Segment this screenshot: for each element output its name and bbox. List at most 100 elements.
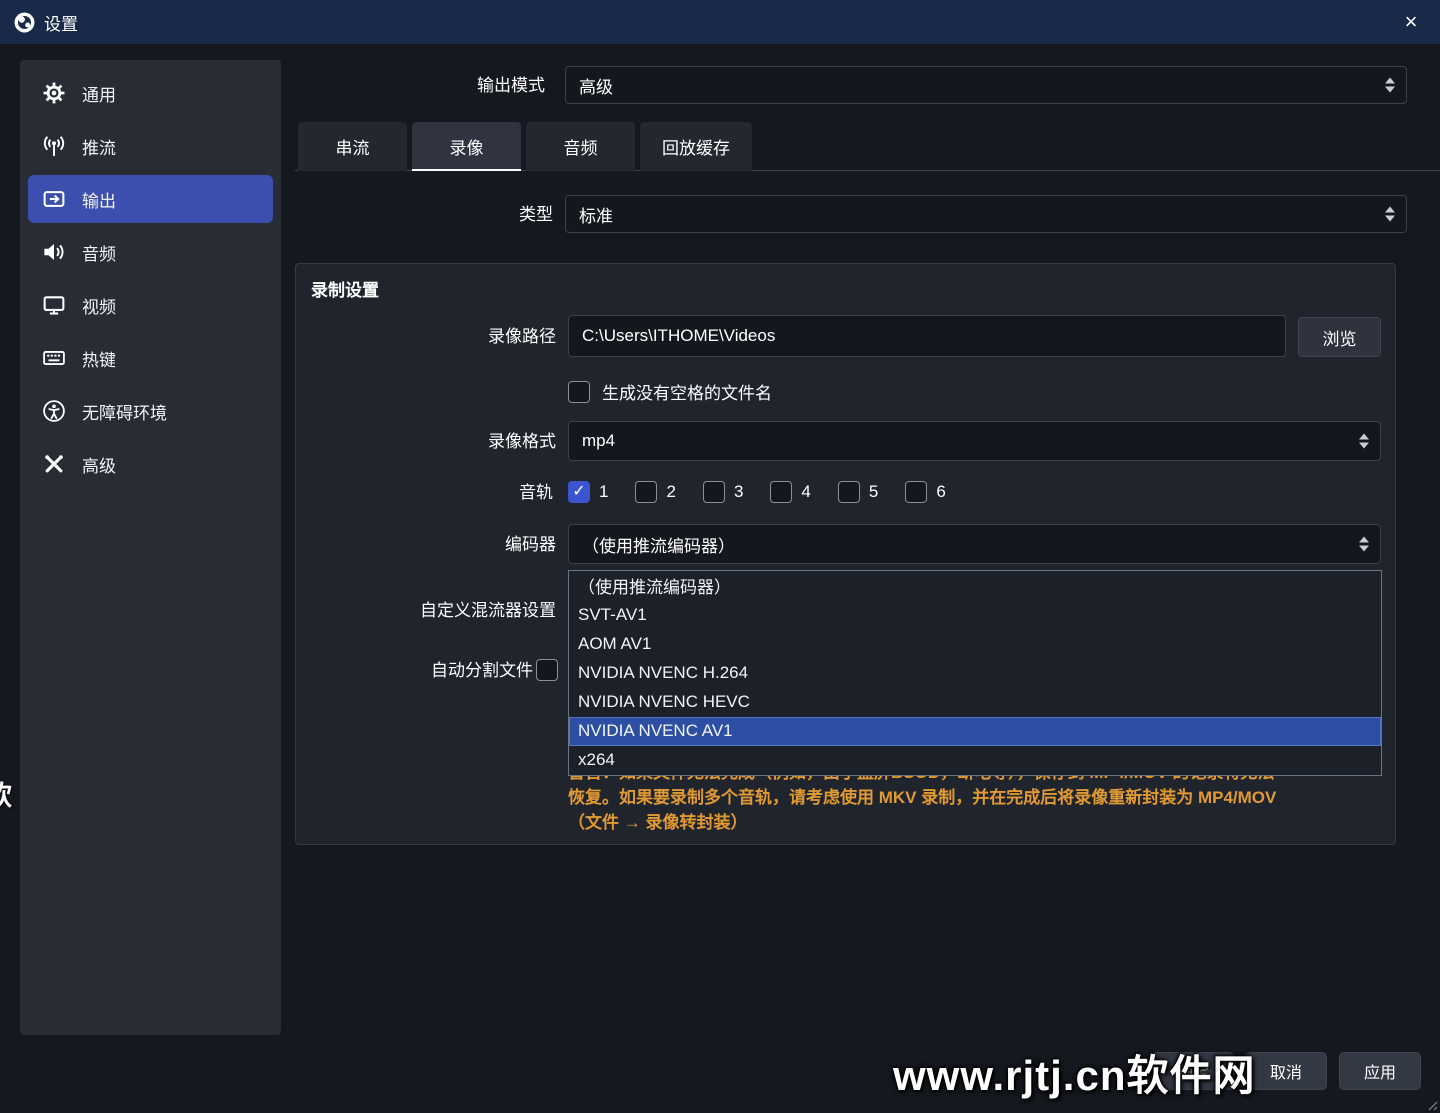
recording-format-label: 录像格式 (300, 431, 556, 452)
tab-streaming[interactable]: 串流 (298, 122, 407, 171)
apply-button[interactable]: 应用 (1339, 1052, 1421, 1090)
type-select[interactable]: 标准 (565, 195, 1407, 233)
encoder-option-label: NVIDIA NVENC H.264 (578, 663, 748, 683)
custom-muxer-label: 自定义混流器设置 (300, 600, 556, 621)
browse-button[interactable]: 浏览 (1298, 317, 1381, 357)
resize-grip[interactable] (1426, 1099, 1438, 1111)
track-5-group: ✓ 5 (838, 481, 878, 503)
encoder-label: 编码器 (300, 534, 556, 555)
encoder-value: （使用推流编码器） (582, 532, 735, 557)
ok-button[interactable]: 确定 (1152, 1052, 1234, 1090)
track-1-checkbox[interactable]: ✓ (568, 481, 590, 503)
encoder-option-nvenc-h264[interactable]: NVIDIA NVENC H.264 (569, 658, 1381, 687)
track-2-group: ✓ 2 (635, 481, 675, 503)
sidebar-item-general[interactable]: 通用 (28, 69, 273, 117)
cancel-button[interactable]: 取消 (1245, 1052, 1327, 1090)
recording-format-select[interactable]: mp4 (568, 421, 1381, 461)
sidebar-item-hotkeys[interactable]: 热键 (28, 334, 273, 382)
encoder-select[interactable]: （使用推流编码器） (568, 524, 1381, 564)
encoder-option-label: SVT-AV1 (578, 605, 647, 625)
track-3-group: ✓ 3 (703, 481, 743, 503)
no-space-row: ✓ 生成没有空格的文件名 (568, 379, 772, 404)
sidebar-item-audio[interactable]: 音频 (28, 228, 273, 276)
output-mode-select[interactable]: 高级 (565, 66, 1407, 104)
encoder-option-label: AOM AV1 (578, 634, 651, 654)
track-5-label: 5 (869, 482, 878, 502)
track-5-checkbox[interactable]: ✓ (838, 481, 860, 503)
warning-line-3: （文件 → 录像转封装） (568, 810, 1380, 832)
encoder-option-label: x264 (578, 750, 615, 770)
track-4-checkbox[interactable]: ✓ (770, 481, 792, 503)
output-icon (43, 188, 65, 210)
sidebar-item-label: 视频 (82, 293, 116, 318)
tab-recording[interactable]: 录像 (412, 122, 521, 171)
tab-label: 录像 (450, 134, 484, 159)
tab-label: 音频 (564, 134, 598, 159)
spinner-icon (1359, 537, 1369, 552)
type-label: 类型 (300, 204, 553, 225)
split-file-label: 自动分割文件 (300, 660, 533, 681)
sidebar-item-label: 推流 (82, 134, 116, 159)
encoder-option-x264[interactable]: x264 (569, 746, 1381, 775)
window-title: 设置 (44, 10, 78, 35)
recording-path-label: 录像路径 (300, 326, 556, 347)
track-6-group: ✓ 6 (905, 481, 945, 503)
sidebar-item-video[interactable]: 视频 (28, 281, 273, 329)
settings-window: 设置 × 通用 推流 输出 音频 (0, 0, 1440, 1113)
no-space-checkbox[interactable]: ✓ (568, 381, 590, 403)
titlebar[interactable]: 设置 × (0, 0, 1440, 44)
recording-path-input[interactable] (568, 315, 1286, 357)
accessibility-icon (43, 400, 65, 422)
encoder-option-label: NVIDIA NVENC HEVC (578, 692, 750, 712)
close-button[interactable]: × (1396, 8, 1426, 36)
output-tabs: 串流 录像 音频 回放缓存 (298, 122, 752, 171)
tab-audio[interactable]: 音频 (526, 122, 635, 171)
track-6-label: 6 (936, 482, 945, 502)
track-6-checkbox[interactable]: ✓ (905, 481, 927, 503)
spinner-icon (1385, 78, 1395, 93)
recording-settings-title: 录制设置 (311, 276, 379, 301)
track-3-checkbox[interactable]: ✓ (703, 481, 725, 503)
tools-icon (43, 453, 65, 475)
sidebar-item-label: 热键 (82, 346, 116, 371)
monitor-icon (43, 294, 65, 316)
track-1-group: ✓ 1 (568, 481, 608, 503)
warning-line-2: 恢复。如果要录制多个音轨，请考虑使用 MKV 录制，并在完成后将录像重新封装为 … (568, 785, 1380, 810)
check-icon: ✓ (572, 484, 585, 500)
tab-label: 回放缓存 (662, 134, 730, 159)
track-4-group: ✓ 4 (770, 481, 810, 503)
encoder-option-nvenc-av1[interactable]: NVIDIA NVENC AV1 (569, 717, 1381, 746)
broadcast-icon (43, 135, 65, 157)
tab-replay-buffer[interactable]: 回放缓存 (640, 122, 752, 171)
encoder-option-use-stream-encoder[interactable]: （使用推流编码器） (569, 571, 1381, 600)
split-file-checkbox[interactable]: ✓ (536, 659, 558, 681)
sidebar-item-accessibility[interactable]: 无障碍环境 (28, 387, 273, 435)
track-1-label: 1 (599, 482, 608, 502)
encoder-option-svt-av1[interactable]: SVT-AV1 (569, 600, 1381, 629)
watermark-fragment: 软 (0, 774, 12, 813)
sidebar-item-label: 通用 (82, 81, 116, 106)
sidebar: 通用 推流 输出 音频 视频 (20, 60, 281, 1035)
output-mode-value: 高级 (579, 73, 613, 98)
sidebar-item-advanced[interactable]: 高级 (28, 440, 273, 488)
tab-label: 串流 (336, 134, 370, 159)
track-2-label: 2 (666, 482, 675, 502)
encoder-option-aom-av1[interactable]: AOM AV1 (569, 629, 1381, 658)
sidebar-item-label: 输出 (82, 187, 116, 212)
audio-track-label: 音轨 (300, 482, 553, 503)
encoder-option-label: NVIDIA NVENC AV1 (578, 721, 733, 741)
speaker-icon (43, 241, 65, 263)
encoder-option-label: （使用推流编码器） (578, 573, 731, 598)
encoder-option-nvenc-hevc[interactable]: NVIDIA NVENC HEVC (569, 688, 1381, 717)
output-mode-label: 输出模式 (300, 75, 545, 96)
track-3-label: 3 (734, 482, 743, 502)
track-4-label: 4 (801, 482, 810, 502)
sidebar-item-label: 音频 (82, 240, 116, 265)
sidebar-item-output[interactable]: 输出 (28, 175, 273, 223)
audio-track-row: ✓ 1 ✓ 2 ✓ 3 ✓ 4 ✓ 5 ✓ 6 (568, 481, 961, 503)
sidebar-item-label: 无障碍环境 (82, 399, 167, 424)
sidebar-item-stream[interactable]: 推流 (28, 122, 273, 170)
keyboard-icon (43, 347, 65, 369)
track-2-checkbox[interactable]: ✓ (635, 481, 657, 503)
recording-format-value: mp4 (582, 431, 615, 451)
